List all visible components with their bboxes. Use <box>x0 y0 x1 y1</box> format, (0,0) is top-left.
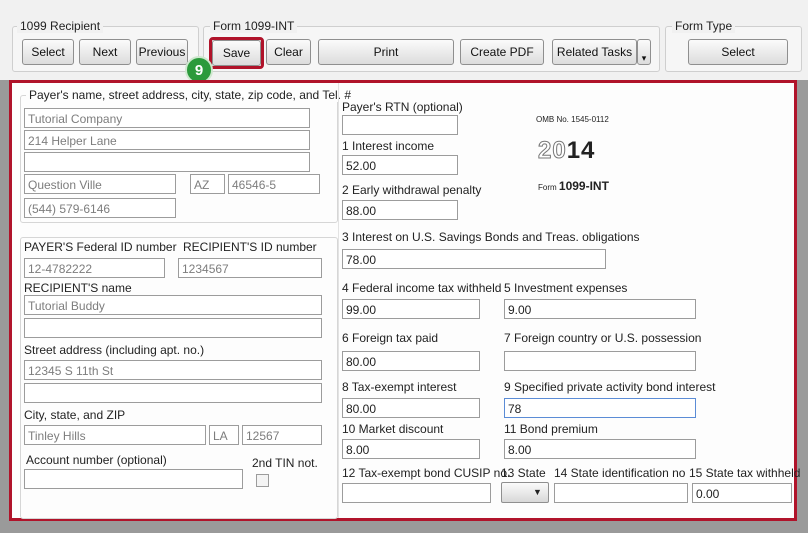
payer-state-input[interactable]: AZ <box>190 174 225 194</box>
toolbar: 1099 Recipient Select Next Previous Form… <box>0 0 808 80</box>
box7-label: 7 Foreign country or U.S. possession <box>504 331 702 345</box>
payer-phone-input[interactable]: (544) 579-6146 <box>24 198 176 218</box>
payer-id-input[interactable]: 12-4782222 <box>24 258 165 278</box>
payer-legend: Payer's name, street address, city, stat… <box>26 88 355 102</box>
box13-label: 13 State <box>501 466 546 480</box>
box2-input[interactable]: 88.00 <box>342 200 458 220</box>
recipient-zip-input[interactable]: 12567 <box>242 425 322 445</box>
second-tin-label: 2nd TIN not. <box>252 456 318 470</box>
print-button[interactable]: Print <box>318 39 454 65</box>
box6-input[interactable]: 80.00 <box>342 351 480 371</box>
recipient-name-label: RECIPIENT'S name <box>24 281 132 295</box>
form-group-legend: Form 1099-INT <box>210 19 298 33</box>
rtn-input[interactable] <box>342 115 458 135</box>
payer-city-input[interactable]: Question Ville <box>24 174 176 194</box>
form-title: Form 1099-INT <box>538 179 609 193</box>
box11-input[interactable]: 8.00 <box>504 439 696 459</box>
box14-input[interactable] <box>554 483 688 503</box>
next-button[interactable]: Next <box>79 39 131 65</box>
recipient-street-label: Street address (including apt. no.) <box>24 343 205 357</box>
column-divider <box>338 83 339 518</box>
box12-label: 12 Tax-exempt bond CUSIP no. <box>342 466 511 480</box>
create-pdf-button[interactable]: Create PDF <box>460 39 544 65</box>
recipient-street-input[interactable]: 12345 S 11th St <box>24 360 322 380</box>
box9-label: 9 Specified private activity bond intere… <box>504 380 716 394</box>
dropdown-arrow-icon: ▾ <box>641 53 647 63</box>
tax-year: 2014 <box>538 137 595 165</box>
recipient-id-input[interactable]: 1234567 <box>178 258 322 278</box>
box9-input[interactable]: 78 <box>504 398 696 418</box>
box12-input[interactable] <box>342 483 491 503</box>
account-label: Account number (optional) <box>26 453 167 467</box>
form-name: 1099-INT <box>558 179 609 193</box>
form-type-select-button[interactable]: Select <box>688 39 788 65</box>
box5-label: 5 Investment expenses <box>504 281 628 295</box>
omb-number: OMB No. 1545-0112 <box>536 115 609 124</box>
state-select[interactable]: ▼ <box>501 482 549 503</box>
recipient-street2-input[interactable] <box>24 383 322 403</box>
recipient-city-label: City, state, and ZIP <box>24 408 126 422</box>
box14-label: 14 State identification no <box>554 466 686 480</box>
box5-input[interactable]: 9.00 <box>504 299 696 319</box>
box10-label: 10 Market discount <box>342 422 444 436</box>
recipient-name2-input[interactable] <box>24 318 322 338</box>
tax-year-decade: 14 <box>566 137 596 164</box>
save-button[interactable]: Save <box>212 40 261 66</box>
rtn-label: Payer's RTN (optional) <box>342 100 463 114</box>
box15-label: 15 State tax withheld <box>689 466 801 480</box>
box15-input[interactable]: 0.00 <box>692 483 792 503</box>
form-type-legend: Form Type <box>672 19 736 33</box>
box11-label: 11 Bond premium <box>504 422 598 436</box>
payer-zip-input[interactable]: 46546-5 <box>228 174 320 194</box>
second-tin-checkbox[interactable] <box>256 474 269 487</box>
tax-year-century: 20 <box>538 137 567 165</box>
account-input[interactable] <box>24 469 243 489</box>
box1-input[interactable]: 52.00 <box>342 155 458 175</box>
box1-label: 1 Interest income <box>342 139 435 153</box>
box3-input[interactable]: 78.00 <box>342 249 606 269</box>
payer-name-input[interactable]: Tutorial Company <box>24 108 310 128</box>
form-panel: Payer's name, street address, city, stat… <box>9 80 801 521</box>
box2-label: 2 Early withdrawal penalty <box>342 183 482 197</box>
clear-button[interactable]: Clear <box>266 39 311 65</box>
box7-input[interactable] <box>504 351 696 371</box>
recipient-name-input[interactable]: Tutorial Buddy <box>24 295 322 315</box>
box10-input[interactable]: 8.00 <box>342 439 480 459</box>
select-recipient-button[interactable]: Select <box>22 39 74 65</box>
box8-label: 8 Tax-exempt interest <box>342 380 457 394</box>
related-tasks-dropdown[interactable]: ▾ <box>637 39 651 65</box>
related-tasks-button[interactable]: Related Tasks <box>552 39 637 65</box>
box4-label: 4 Federal income tax withheld <box>342 281 502 295</box>
box3-label: 3 Interest on U.S. Savings Bonds and Tre… <box>342 230 640 244</box>
state-select-arrow-icon: ▼ <box>533 487 542 497</box>
previous-button[interactable]: Previous <box>136 39 188 65</box>
box4-input[interactable]: 99.00 <box>342 299 480 319</box>
recipient-state-input[interactable]: LA <box>209 425 239 445</box>
recipient-city-input[interactable]: Tinley Hills <box>24 425 206 445</box>
payer-id-label: PAYER'S Federal ID number <box>24 240 177 254</box>
recipient-id-label: RECIPIENT'S ID number <box>183 240 317 254</box>
form-prefix: Form <box>538 183 557 192</box>
box6-label: 6 Foreign tax paid <box>342 331 439 345</box>
payer-line3-input[interactable] <box>24 152 310 172</box>
recipient-group-legend: 1099 Recipient <box>17 19 104 33</box>
box8-input[interactable]: 80.00 <box>342 398 480 418</box>
payer-street-input[interactable]: 214 Helper Lane <box>24 130 310 150</box>
